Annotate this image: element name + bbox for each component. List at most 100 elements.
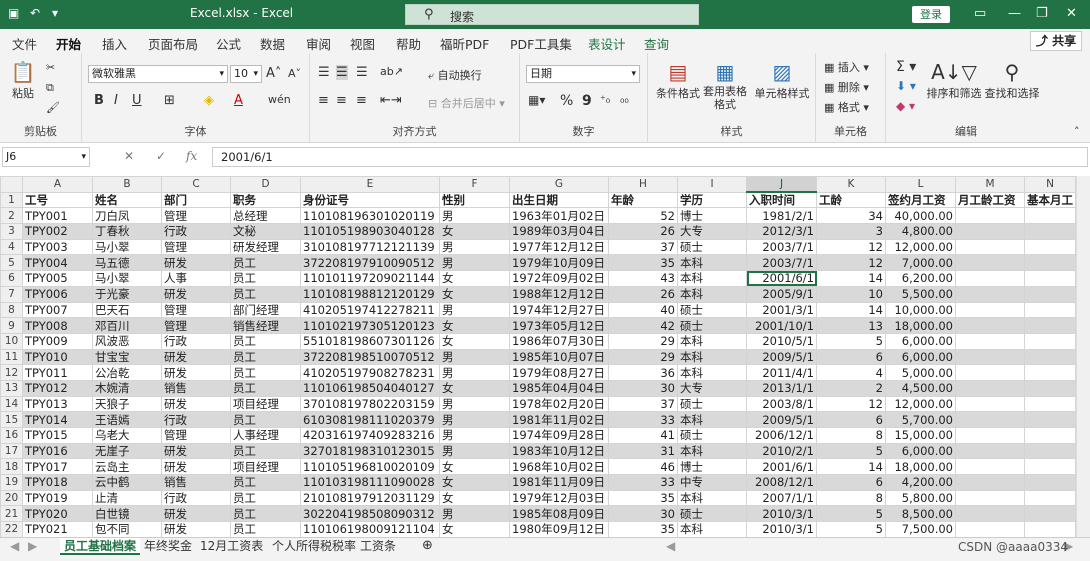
data-cell[interactable]: 员工 [230,285,301,303]
data-cell[interactable] [955,395,1025,413]
font-color-icon[interactable]: A [234,93,243,108]
data-cell[interactable]: 云岛主 [92,458,162,476]
row-header[interactable]: 4 [0,238,23,256]
close-icon[interactable]: ✕ [1066,6,1077,21]
data-cell[interactable]: 研发 [161,458,231,476]
fill-color-icon[interactable]: ◈ [204,93,214,108]
maximize-icon[interactable]: ❐ [1036,6,1048,21]
data-cell[interactable]: 木婉清 [92,379,162,397]
data-cell[interactable]: 1979年08月27日 [509,364,609,381]
data-cell[interactable] [955,442,1025,460]
data-cell[interactable]: 46 [608,458,678,476]
column-header-J[interactable]: J [746,176,817,194]
data-cell[interactable]: 研发 [161,254,231,272]
row-header[interactable]: 1 [0,191,23,209]
data-cell[interactable]: 项目经理 [230,458,301,476]
data-cell[interactable]: 乌老大 [92,427,162,444]
data-cell[interactable] [955,270,1025,287]
data-cell[interactable] [955,301,1025,319]
row-header[interactable]: 17 [0,442,23,460]
data-cell[interactable] [955,458,1025,476]
tab-5[interactable]: 数据 [260,34,285,53]
data-cell[interactable]: 管理 [161,207,231,225]
merge-center-button[interactable]: ⊟ 合并后居中 ▾ [428,95,505,111]
data-cell[interactable]: TPY018 [22,474,93,491]
data-cell[interactable]: 员工 [230,505,301,523]
row-header[interactable]: 9 [0,317,23,334]
data-cell[interactable]: 男 [439,348,510,366]
data-cell[interactable] [955,521,1025,537]
vertical-scrollbar[interactable] [1076,176,1090,537]
data-cell[interactable]: TPY005 [22,270,93,287]
align-left-icon[interactable]: ≡ [318,93,329,108]
insert-function-icon[interactable]: fx [186,149,197,163]
collapse-ribbon-icon[interactable]: ˄ [1074,125,1080,138]
data-cell[interactable]: 硕士 [677,238,747,256]
tab-6[interactable]: 审阅 [306,34,331,53]
data-cell[interactable]: TPY011 [22,364,93,381]
data-cell[interactable]: 男 [439,364,510,381]
data-cell[interactable]: TPY017 [22,458,93,476]
data-cell[interactable]: 5 [816,442,886,460]
tab-7[interactable]: 视图 [350,34,375,53]
data-cell[interactable]: 10,000.00 [885,301,956,319]
data-cell[interactable]: 6,000.00 [885,442,956,460]
data-cell[interactable]: 本科 [677,521,747,537]
data-cell[interactable]: 无崖子 [92,442,162,460]
row-header[interactable]: 14 [0,395,23,413]
data-cell[interactable]: 1977年12月12日 [509,238,609,256]
data-cell[interactable]: 29 [608,332,678,350]
decrease-decimal-icon[interactable]: ₀₀ [620,93,629,106]
data-cell[interactable]: 行政 [161,332,231,350]
data-cell[interactable]: 12 [816,238,886,256]
data-cell[interactable]: 员工 [230,348,301,366]
data-cell[interactable]: 硕士 [677,317,747,334]
tab-4[interactable]: 公式 [216,34,241,53]
data-cell[interactable] [1024,427,1076,444]
data-cell[interactable]: 硕士 [677,505,747,523]
data-cell[interactable]: 110105198903040128 [300,223,440,240]
data-cell[interactable] [1024,223,1076,240]
data-cell[interactable]: TPY001 [22,207,93,225]
data-cell[interactable]: 行政 [161,411,231,428]
row-header[interactable]: 3 [0,223,23,240]
data-cell[interactable]: 1974年09月28日 [509,427,609,444]
data-cell[interactable]: 2001/10/1 [746,317,817,334]
data-cell[interactable]: 1985年10月07日 [509,348,609,366]
data-cell[interactable]: TPY021 [22,521,93,537]
data-cell[interactable]: 5,700.00 [885,411,956,428]
data-cell[interactable] [1024,285,1076,303]
data-cell[interactable]: 34 [816,207,886,225]
cancel-icon[interactable]: ✕ [124,149,134,163]
data-cell[interactable] [955,379,1025,397]
data-cell[interactable]: 女 [439,379,510,397]
data-cell[interactable]: 本科 [677,332,747,350]
autosum-icon[interactable]: Σ ▾ [896,59,916,75]
data-cell[interactable] [955,474,1025,491]
data-cell[interactable]: 管理 [161,301,231,319]
data-cell[interactable]: 包不同 [92,521,162,537]
data-cell[interactable]: 52 [608,207,678,225]
data-cell[interactable]: 硕士 [677,395,747,413]
bold-icon[interactable]: B [94,93,104,108]
data-cell[interactable]: 26 [608,285,678,303]
hscroll-left-icon[interactable]: ◀ [662,538,679,555]
row-header[interactable]: 6 [0,270,23,287]
data-cell[interactable]: 5,000.00 [885,364,956,381]
sheet-tab[interactable]: 员工基础档案 [60,538,141,555]
format-as-table-button[interactable]: ▦ 套用表格格式 [700,59,750,111]
name-box[interactable]: J6 ▾ [2,147,90,167]
data-cell[interactable]: 1983年10月12日 [509,442,609,460]
data-cell[interactable]: 610308198111020379 [300,411,440,428]
data-cell[interactable]: 6,000.00 [885,348,956,366]
data-cell[interactable]: 女 [439,285,510,303]
row-header[interactable]: 7 [0,285,23,303]
data-cell[interactable]: 2011/4/1 [746,364,817,381]
data-cell[interactable] [1024,379,1076,397]
data-cell[interactable] [955,364,1025,381]
shrink-font-icon[interactable]: A˅ [288,67,301,80]
data-cell[interactable]: 4,500.00 [885,379,956,397]
data-cell[interactable] [1024,317,1076,334]
data-cell[interactable]: 女 [439,521,510,537]
prev-sheet-icon[interactable]: ◀ [6,538,23,555]
